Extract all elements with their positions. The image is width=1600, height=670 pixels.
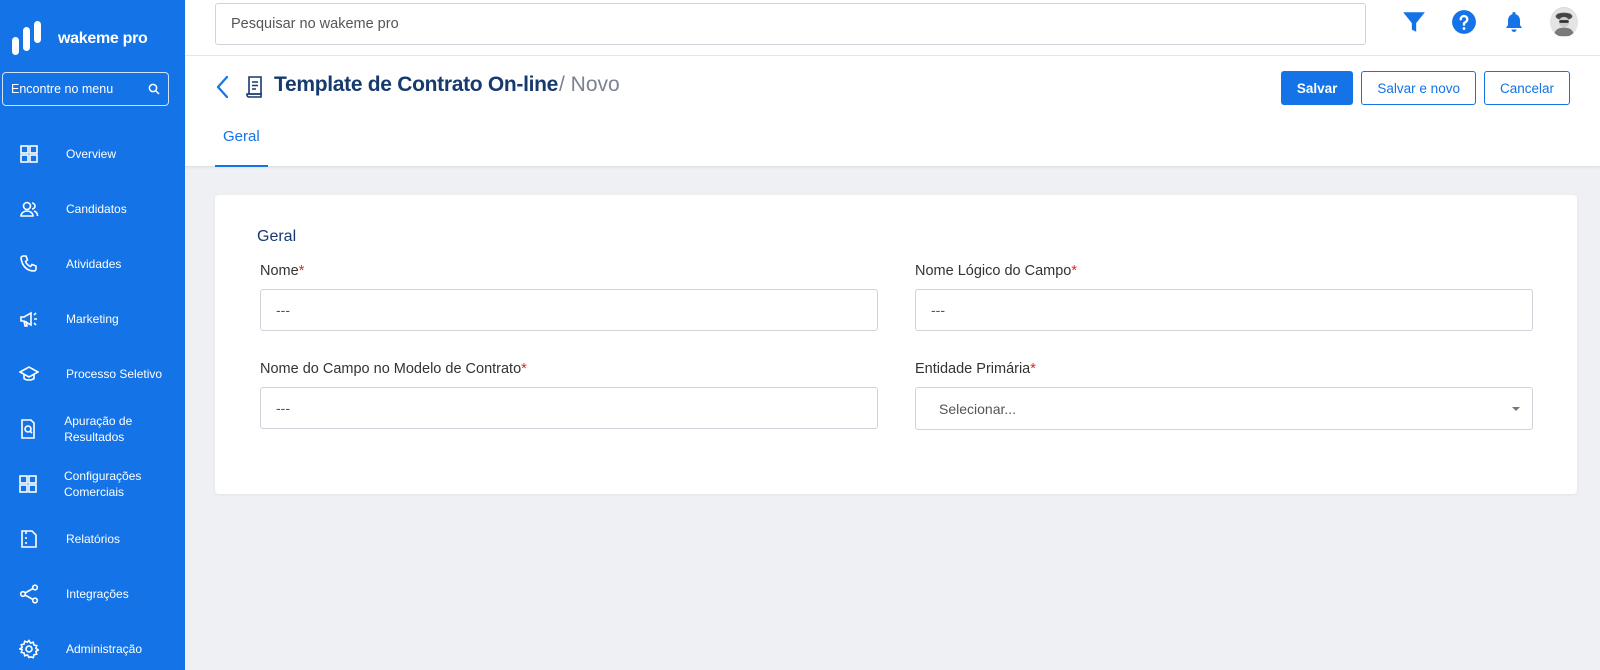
field-label: Nome* [260,263,878,280]
sidebar-item-administracao[interactable]: Administração [0,621,185,670]
select-value: Selecionar... [939,400,1017,417]
input-value: --- [276,400,290,416]
sidebar-item-candidatos[interactable]: Candidatos [0,181,185,236]
megaphone-icon [18,308,40,330]
caret-down-icon [1512,406,1520,411]
entidade-primaria-select[interactable]: Selecionar... [915,387,1533,430]
brand-name: wakeme pro [58,30,148,48]
topbar: Pesquisar no wakeme pro [185,0,1600,56]
document-search-icon [18,418,38,440]
field-label: Nome do Campo no Modelo de Contrato* [260,361,878,378]
search-icon [148,83,160,95]
sidebar-item-label: Atividades [66,256,122,271]
bell-icon[interactable] [1500,8,1528,36]
sidebar-item-processo-seletivo[interactable]: Processo Seletivo [0,346,185,401]
field-label-text: Nome do Campo no Modelo de Contrato [260,361,522,377]
form-card: Geral Nome* --- Nome Lógico do Campo* --… [215,195,1577,494]
sidebar-item-label: Candidatos [66,201,127,216]
brand-name-suffix: pro [118,30,148,47]
input-value: --- [276,302,290,318]
required-mark: * [1071,263,1078,279]
field-nome: Nome* --- [260,263,878,331]
header-actions: Salvar Salvar e novo Cancelar [1273,71,1570,105]
field-nome-campo-modelo: Nome do Campo no Modelo de Contrato* --- [260,361,878,429]
sidebar-item-label: Relatórios [66,531,121,546]
sidebar-item-relatorios[interactable]: Relatórios [0,511,185,566]
required-mark: * [521,361,527,377]
global-search-placeholder: Pesquisar no wakeme pro [231,16,399,32]
graduation-cap-icon [18,363,40,385]
field-label-text: Nome [260,263,299,279]
user-avatar[interactable] [1550,7,1578,37]
report-icon [18,528,40,550]
filter-icon[interactable] [1400,8,1428,36]
grid-icon [18,143,40,165]
field-label-text: Entidade Primária [915,361,1031,377]
page-title: Template de Contrato On-line [274,73,559,96]
menu-search-placeholder: Encontre no menu [11,82,114,96]
sidebar-item-label: Processo Seletivo [66,366,163,381]
gear-icon [18,638,40,660]
help-icon[interactable] [1450,8,1478,36]
brand-logo-icon [12,21,41,55]
sidebar-item-label: Overview [66,146,117,161]
nome-logico-input[interactable]: --- [915,289,1533,331]
sidebar-item-configuracoes-comerciais[interactable]: Configurações Comerciais [0,456,185,511]
sidebar-item-integracoes[interactable]: Integrações [0,566,185,621]
tab-geral[interactable]: Geral [215,120,268,167]
global-search-input[interactable]: Pesquisar no wakeme pro [215,3,1366,45]
back-button[interactable] [213,74,231,100]
page-subtitle: / Novo [559,73,620,96]
page-header: Template de Contrato On-line / Novo Salv… [185,56,1600,167]
contract-document-icon [246,76,262,98]
nome-campo-modelo-input[interactable]: --- [260,387,878,429]
users-icon [18,198,40,220]
sidebar-item-label: Integrações [66,586,129,601]
section-title: Geral [257,228,297,245]
field-label-text: Nome Lógico do Campo [915,263,1072,279]
sidebar-item-atividades[interactable]: Atividades [0,236,185,291]
sidebar-item-apuracao-resultados[interactable]: Apuração de Resultados [0,401,185,456]
brand-name-main: wakeme [58,30,119,47]
tabs: Geral [215,120,268,167]
field-entidade-primaria: Entidade Primária* Selecionar... [915,361,1533,430]
chevron-left-icon [216,75,229,99]
nome-input[interactable]: --- [260,289,878,331]
input-value: --- [931,302,945,318]
sidebar-item-label: Administração [66,641,143,656]
sidebar-item-label: Apuração de Resultados [64,413,133,444]
required-mark: * [1030,361,1036,377]
field-nome-logico: Nome Lógico do Campo* --- [915,263,1533,331]
save-button[interactable]: Salvar [1280,71,1354,105]
sidebar-item-label: Marketing [66,311,119,326]
required-mark: * [298,263,305,279]
brand[interactable]: wakeme pro [0,0,185,78]
field-label: Nome Lógico do Campo* [915,263,1533,280]
grid-icon [18,473,38,495]
phone-icon [18,253,40,275]
save-and-new-button[interactable]: Salvar e novo [1361,71,1476,105]
sidebar-item-label: Configurações Comerciais [64,468,142,499]
sidebar-nav: Overview Candidatos Atividades Marketing… [0,126,185,670]
menu-search-input[interactable]: Encontre no menu [2,72,169,106]
sidebar: wakeme pro Encontre no menu Overview Can… [0,0,185,670]
topbar-icons [1378,7,1578,37]
cancel-button[interactable]: Cancelar [1483,71,1570,105]
sidebar-item-marketing[interactable]: Marketing [0,291,185,346]
sidebar-item-overview[interactable]: Overview [0,126,185,181]
share-icon [18,583,40,605]
field-label: Entidade Primária* [915,361,1533,378]
